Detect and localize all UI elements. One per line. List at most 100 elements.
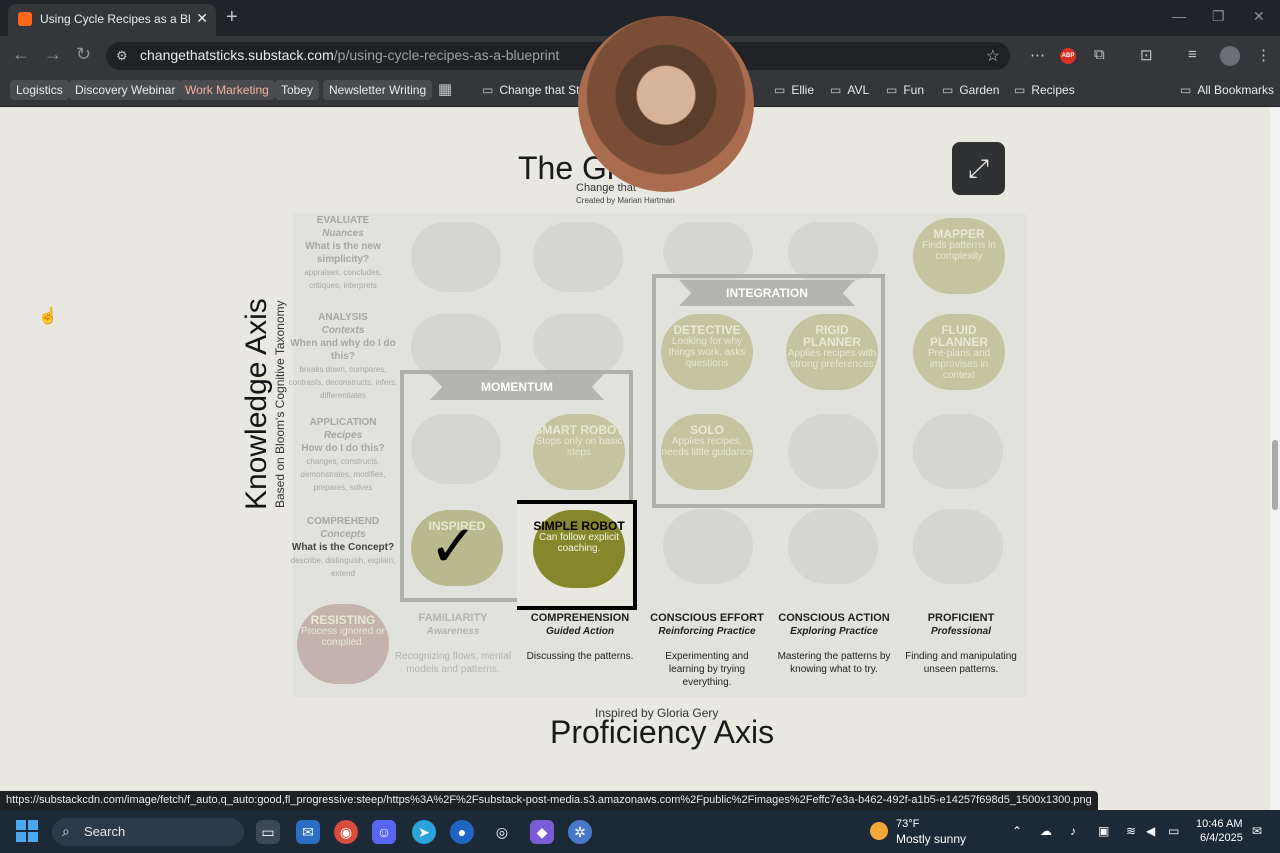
bookmark-star-icon[interactable]: ☆ [986, 46, 1000, 66]
node-mapper: MAPPER Finds patterns in complexity [913, 218, 1005, 294]
proficiency-axis-title: Proficiency Axis [550, 714, 775, 750]
webcam-video-bubble[interactable] [578, 16, 754, 192]
new-tab-icon[interactable]: + [226, 6, 238, 29]
chrome-icon[interactable]: ◉ [334, 820, 358, 844]
capture-icon[interactable]: ▣ [1098, 824, 1109, 838]
close-tab-icon[interactable]: ✕ [196, 10, 208, 27]
node-simple-robot: SIMPLE ROBOT Can follow explicit coaching… [533, 510, 625, 588]
restore-icon[interactable]: ❐ [1212, 8, 1225, 25]
empty-cell [663, 509, 753, 584]
column-comprehension: COMPREHENSION Guided Action Discussing the… [526, 612, 634, 662]
microphone-icon[interactable]: ♪ [1070, 824, 1076, 838]
empty-cell [533, 314, 623, 374]
settings-gear-icon[interactable]: ✲ [568, 820, 592, 844]
notifications-icon[interactable]: ✉ [1252, 824, 1262, 838]
bookmark-discovery-webinar[interactable]: Discovery Webinar [69, 80, 182, 100]
bookmark-newsletter-writing[interactable]: Newsletter Writing [323, 80, 433, 100]
more-icon[interactable]: ⋯ [1030, 46, 1045, 64]
empty-cell [533, 222, 623, 292]
taskbar-search[interactable]: ⌕ Search [52, 818, 244, 846]
onedrive-icon[interactable]: ☁ [1040, 824, 1052, 838]
grid-image[interactable]: MOMENTUM INTEGRATION RESISTING Process ig… [289, 214, 1026, 697]
column-familiarity: FAMILIARITY Awareness Recognizing flows, m… [394, 612, 512, 675]
level-evaluate: EVALUATE Nuances What is the new simplicit… [304, 215, 382, 290]
column-conscious-action: CONSCIOUS ACTION Exploring Practice Master… [777, 612, 891, 675]
scrollbar-thumb[interactable] [1272, 440, 1278, 510]
apps-grid-icon[interactable]: ▦ [438, 80, 452, 98]
battery-icon[interactable]: ▭ [1168, 824, 1179, 838]
node-rigid-planner: RIGID PLANNER Applies recipes with strong… [786, 314, 878, 390]
folder-ellie[interactable]: Ellie [768, 80, 820, 100]
node-detective: DETECTIVE Looking for why things work, as… [661, 314, 753, 390]
menu-icon[interactable]: ⋮ [1256, 46, 1271, 64]
wifi-icon[interactable]: ≋ [1126, 824, 1136, 838]
node-resisting: RESISTING Process ignored or complied. [297, 604, 389, 684]
folder-all-bookmarks[interactable]: All Bookmarks [1174, 80, 1280, 100]
checkmark-icon: ✓ [429, 514, 478, 579]
weather-desc[interactable]: Mostly sunny [896, 832, 966, 846]
tray-expand-icon[interactable]: ⌃ [1012, 824, 1022, 838]
momentum-banner: MOMENTUM [430, 374, 604, 400]
telegram-icon[interactable]: ➤ [412, 820, 436, 844]
mouse-cursor-icon: ☝ [38, 308, 58, 325]
bookmark-tobey[interactable]: Tobey [275, 80, 320, 100]
level-application: APPLICATION Recipes How do I do this? chang… [300, 417, 386, 492]
level-comprehend: COMPREHEND Concepts What is the Concept? de… [290, 516, 396, 578]
outlook-icon[interactable]: ✉ [296, 820, 320, 844]
windows-start-icon[interactable] [16, 820, 38, 842]
empty-cell [913, 509, 1003, 584]
url-text: changethatsticks.substack.com/p/using-cy… [140, 47, 560, 63]
forward-icon[interactable]: → [44, 44, 62, 65]
grid-credit: Created by Marian Hartman [576, 196, 675, 205]
folder-avl[interactable]: AVL [824, 80, 875, 100]
node-smart-robot: SMART ROBOT Stops only on basic steps [533, 414, 625, 490]
clock-date[interactable]: 6/4/2025 [1200, 832, 1243, 844]
site-info-icon[interactable]: ⚙ [116, 48, 128, 64]
node-fluid-planner: FLUID PLANNER Pre-plans and improvises in… [913, 314, 1005, 390]
node-solo: SOLO Applies recipes, needs little guidan… [661, 414, 753, 490]
node-inspired: INSPIRED ✓ [411, 510, 503, 586]
expand-icon[interactable]: ⤢ [952, 142, 1005, 195]
grid-subtitle: Change that [576, 182, 636, 194]
tab-active[interactable]: Using Cycle Recipes as a Blueprint ✕ [8, 4, 216, 36]
empty-cell [411, 222, 501, 292]
column-conscious-effort: CONSCIOUS EFFORT Reinforcing Practice Expe… [650, 612, 764, 688]
volume-icon[interactable]: ◀ [1146, 824, 1155, 838]
knowledge-axis-subtitle: Based on Bloom's Cognitive Taxonomy [273, 300, 287, 508]
folder-fun[interactable]: Fun [880, 80, 930, 100]
substack-favicon-icon [18, 12, 32, 26]
search-icon: ⌕ [62, 823, 70, 839]
empty-cell [788, 509, 878, 584]
discord-icon[interactable]: ☺ [372, 820, 396, 844]
clock-time[interactable]: 10:46 AM [1196, 818, 1242, 830]
minimize-icon[interactable]: — [1172, 8, 1186, 24]
empty-cell [913, 414, 1003, 489]
knowledge-axis-title: Knowledge Axis [240, 298, 273, 510]
extensions-icon[interactable]: ⧉ [1094, 46, 1105, 63]
address-bar[interactable]: ⚙ changethatsticks.substack.com/p/using-… [106, 42, 1010, 70]
weather-sun-icon[interactable] [870, 822, 888, 840]
maps-icon[interactable]: ● [450, 820, 474, 844]
empty-cell [663, 222, 753, 282]
integration-banner: INTEGRATION [679, 280, 855, 306]
status-url-bar: https://substackcdn.com/image/fetch/f_au… [0, 791, 1098, 810]
reload-icon[interactable]: ↻ [76, 44, 91, 65]
bookmark-logistics[interactable]: Logistics [10, 80, 69, 100]
obsidian-icon[interactable]: ◆ [530, 820, 554, 844]
folder-recipes[interactable]: Recipes [1008, 80, 1081, 100]
empty-cell [788, 222, 878, 282]
tab-title: Using Cycle Recipes as a Blueprint [40, 12, 190, 26]
folder-garden[interactable]: Garden [936, 80, 1005, 100]
back-icon[interactable]: ← [12, 44, 30, 65]
column-proficient: PROFICIENT Professional Finding and manipu… [905, 612, 1017, 675]
task-view-icon[interactable]: ▭ [256, 820, 280, 844]
weather-temp[interactable]: 73°F [896, 818, 919, 830]
level-analysis: ANALYSIS Contexts When and why do I do thi… [288, 312, 398, 400]
screen-search-icon[interactable]: ⊡ [1140, 46, 1153, 64]
profile-avatar[interactable] [1220, 46, 1240, 66]
bookmark-work-marketing[interactable]: Work Marketing [179, 80, 275, 100]
adblock-icon[interactable]: ABP [1060, 48, 1076, 64]
media-control-icon[interactable]: ≡ [1188, 46, 1197, 63]
close-window-icon[interactable]: ✕ [1253, 8, 1265, 25]
steam-icon[interactable]: ◎ [490, 820, 514, 844]
